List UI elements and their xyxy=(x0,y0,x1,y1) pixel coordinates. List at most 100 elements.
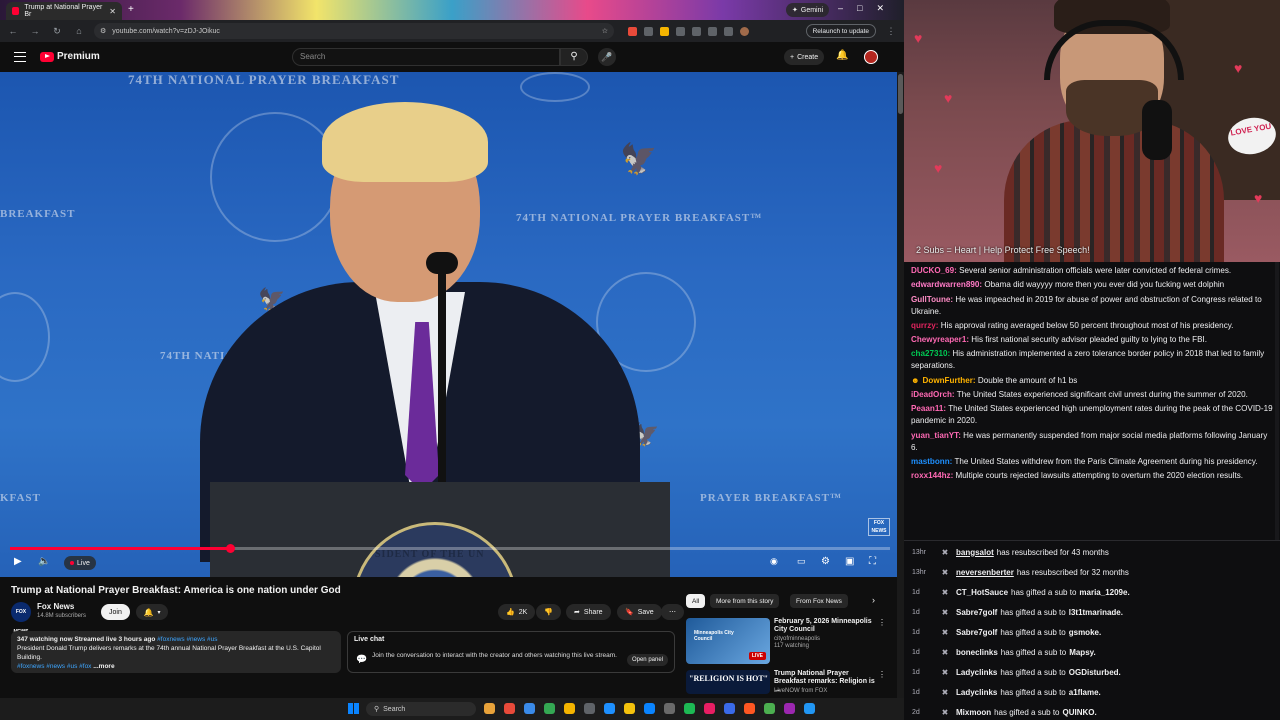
chat-username[interactable]: edwardwarren890: xyxy=(911,280,982,289)
play-icon[interactable]: ▶ xyxy=(14,556,22,567)
extension-icon[interactable] xyxy=(724,26,733,36)
chip-more-from-story[interactable]: More from this story xyxy=(710,594,780,608)
taskbar-search[interactable]: ⚲ Search xyxy=(366,702,476,716)
open-panel-button[interactable]: Open panel xyxy=(626,654,668,666)
video-player[interactable]: 74TH NATIONAL PRAYER BREAKFAST 74TH NATI… xyxy=(0,72,897,577)
taskbar-app-icon[interactable] xyxy=(584,703,595,714)
alert-username[interactable]: Sabre7golf xyxy=(956,628,997,637)
subtitles-icon[interactable]: ▭ xyxy=(797,556,806,567)
fullscreen-icon[interactable]: ⛶ xyxy=(869,556,876,567)
hashtags[interactable]: #foxnews #news #us #fox xyxy=(17,663,91,670)
extension-icon[interactable] xyxy=(660,26,669,36)
alert-username[interactable]: Mixmoon xyxy=(956,708,991,717)
alert-target[interactable]: QUINKO. xyxy=(1063,708,1097,717)
back-arrow-icon[interactable]: ← xyxy=(6,26,20,36)
chat-username[interactable]: Peaan11: xyxy=(911,404,946,413)
taskbar-app-icon[interactable] xyxy=(804,703,815,714)
chevron-right-icon[interactable]: › xyxy=(872,595,875,605)
recommendation-thumbnail[interactable]: Minneapolis City Council LIVE xyxy=(686,618,770,664)
alert-target[interactable]: OGDisturbed. xyxy=(1069,668,1121,677)
alert-username[interactable]: Ladyclinks xyxy=(956,668,997,677)
account-avatar[interactable] xyxy=(864,50,878,64)
taskbar-app-icon[interactable] xyxy=(744,703,755,714)
alert-username[interactable]: neversenberter xyxy=(956,568,1014,577)
browser-menu-icon[interactable]: ⋮ xyxy=(884,26,898,37)
chat-username[interactable]: iDeadOrch: xyxy=(911,390,955,399)
alert-target[interactable]: gsmoke. xyxy=(1069,628,1101,637)
chip-from-fox-news[interactable]: From Fox News xyxy=(790,594,848,608)
hamburger-menu-icon[interactable] xyxy=(14,52,26,62)
chat-username[interactable]: qurrzy: xyxy=(911,321,938,330)
site-info-icon[interactable]: ⚙ xyxy=(100,27,106,35)
chat-username[interactable]: yuan_tianYT: xyxy=(911,431,961,440)
taskbar-app-icon[interactable] xyxy=(644,703,655,714)
video-progress-bar[interactable] xyxy=(10,544,890,553)
more-link[interactable]: ...more xyxy=(93,663,114,670)
chat-username[interactable]: Chewyreaper1: xyxy=(911,335,969,344)
meta-tags[interactable]: #foxnews #news #us xyxy=(157,636,217,643)
share-button[interactable]: ➦ Share xyxy=(566,604,611,620)
dislike-button[interactable]: 👎 xyxy=(536,604,561,620)
taskbar-app-icon[interactable] xyxy=(764,703,775,714)
extension-icon[interactable] xyxy=(644,26,653,36)
kebab-menu-icon[interactable]: ⋮ xyxy=(878,618,886,627)
extension-icon[interactable] xyxy=(628,26,637,36)
forward-arrow-icon[interactable]: → xyxy=(28,26,42,36)
alert-target[interactable]: Mapsy. xyxy=(1069,648,1096,657)
close-window-button[interactable]: ✕ xyxy=(876,3,884,14)
taskbar-app-icon[interactable] xyxy=(604,703,615,714)
recommendation-thumbnail[interactable]: "RELIGION IS HOT" xyxy=(686,670,770,694)
voice-search-mic-icon[interactable]: 🎤 xyxy=(598,48,616,66)
profile-avatar-icon[interactable] xyxy=(740,26,749,36)
alert-username[interactable]: boneclinks xyxy=(956,648,998,657)
chat-username[interactable]: DUCKO_69: xyxy=(911,266,957,275)
alert-target[interactable]: a1flame. xyxy=(1069,688,1101,697)
channel-name[interactable]: Fox News xyxy=(37,602,74,611)
taskbar-app-icon[interactable] xyxy=(704,703,715,714)
scrubber-handle[interactable] xyxy=(226,544,235,553)
taskbar-app-icon[interactable] xyxy=(524,703,535,714)
alert-target[interactable]: maria_1209e. xyxy=(1079,588,1129,597)
taskbar-app-icon[interactable] xyxy=(784,703,795,714)
save-button[interactable]: 🔖 Save xyxy=(617,604,662,620)
create-button[interactable]: + Create xyxy=(784,49,825,65)
relaunch-to-update-button[interactable]: Relaunch to update xyxy=(805,24,876,38)
chip-all[interactable]: All xyxy=(686,594,706,608)
taskbar-app-icon[interactable] xyxy=(664,703,675,714)
extension-icon[interactable] xyxy=(708,26,717,36)
search-input[interactable]: Search xyxy=(292,48,560,66)
alert-target[interactable]: l3t1tmarinade. xyxy=(1069,608,1123,617)
chat-username[interactable]: DownFurther: xyxy=(923,376,976,385)
chat-username[interactable]: mastbonn: xyxy=(911,457,952,466)
theater-mode-icon[interactable]: ▣ xyxy=(845,556,854,567)
taskbar-app-icon[interactable] xyxy=(684,703,695,714)
browser-tab[interactable]: Trump at National Prayer Br ✕ xyxy=(6,2,122,20)
search-icon[interactable]: ⚲ xyxy=(560,48,588,66)
volume-icon[interactable]: 🔈 xyxy=(38,556,50,567)
taskbar-app-icon[interactable] xyxy=(624,703,635,714)
subscribed-bell-button[interactable]: 🔔 ▾ xyxy=(136,604,168,620)
url-bar[interactable]: ⚙ youtube.com/watch?v=zDJ-JOikuc ☆ xyxy=(94,23,614,39)
more-actions-button[interactable]: ⋯ xyxy=(661,604,684,620)
extension-icon[interactable] xyxy=(692,26,701,36)
video-description[interactable]: 347 watching now Streamed live 3 hours a… xyxy=(11,631,341,673)
taskbar-app-icon[interactable] xyxy=(724,703,735,714)
new-tab-button[interactable]: + xyxy=(128,4,134,15)
maximize-button[interactable]: □ xyxy=(857,3,862,14)
like-button[interactable]: 👍 2K xyxy=(498,604,536,620)
minimize-button[interactable]: – xyxy=(838,3,843,14)
windows-start-icon[interactable] xyxy=(348,703,359,714)
taskbar-app-icon[interactable] xyxy=(504,703,515,714)
alert-username[interactable]: Ladyclinks xyxy=(956,688,997,697)
taskbar-app-icon[interactable] xyxy=(564,703,575,714)
taskbar-app-icon[interactable] xyxy=(484,703,495,714)
notifications-bell-icon[interactable]: 🔔 xyxy=(836,50,848,61)
extension-icon[interactable] xyxy=(676,26,685,36)
chat-scrollbar[interactable] xyxy=(1275,262,1279,540)
channel-avatar[interactable]: FOX NEWS xyxy=(11,602,31,635)
settings-gear-icon[interactable]: ⚙ xyxy=(821,556,830,567)
chat-username[interactable]: GullToune: xyxy=(911,295,953,304)
bookmark-star-icon[interactable]: ☆ xyxy=(602,27,608,35)
recommendation-title[interactable]: February 5, 2026 Minneapolis City Counci… xyxy=(774,618,878,634)
close-tab-icon[interactable]: ✕ xyxy=(109,7,116,16)
